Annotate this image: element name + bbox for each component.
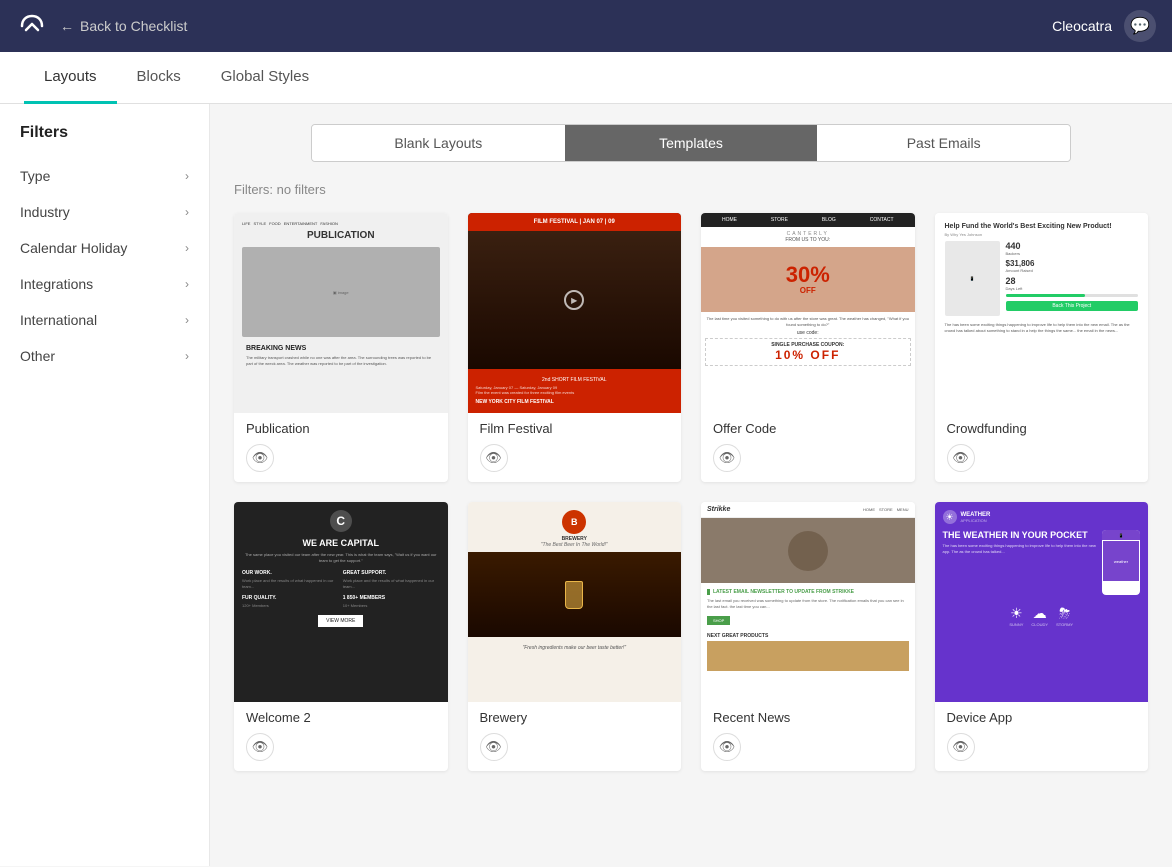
preview-eye-crowd[interactable]: 👁 bbox=[947, 444, 975, 472]
preview-bar-film: 👁 bbox=[468, 440, 682, 482]
filter-type[interactable]: Type › bbox=[0, 158, 209, 194]
filter-type-label: Type bbox=[20, 168, 50, 184]
template-grid: LIFESTYLEFOODENTERTAINMENTFASHION PUBLIC… bbox=[234, 213, 1148, 771]
template-thumb-news: Strikke HOME STORE MENU LATEST EMAIL NEW… bbox=[701, 502, 915, 702]
tab-global-styles[interactable]: Global Styles bbox=[201, 52, 329, 104]
preview-eye-welcome2[interactable]: 👁 bbox=[246, 733, 274, 761]
eye-icon: 👁 bbox=[252, 450, 269, 466]
template-card-crowdfunding[interactable]: Help Fund the World's Best Exciting New … bbox=[935, 213, 1149, 482]
filter-calendar-label: Calendar Holiday bbox=[20, 240, 127, 256]
template-thumb-device: ☀ WEATHER APPLICATION THE WEATHER IN YOU… bbox=[935, 502, 1149, 702]
layout-toggle: Blank Layouts Templates Past Emails bbox=[311, 124, 1071, 162]
template-label-film: Film Festival bbox=[468, 413, 682, 440]
template-label-device: Device App bbox=[935, 702, 1149, 729]
preview-eye-film[interactable]: 👁 bbox=[480, 444, 508, 472]
chat-icon: 💬 bbox=[1130, 16, 1150, 36]
main-content: Blank Layouts Templates Past Emails Filt… bbox=[210, 104, 1172, 866]
template-card-recent-news[interactable]: Strikke HOME STORE MENU LATEST EMAIL NEW… bbox=[701, 502, 915, 771]
blank-layouts-btn[interactable]: Blank Layouts bbox=[312, 125, 565, 161]
filter-calendar-holiday[interactable]: Calendar Holiday › bbox=[0, 230, 209, 266]
template-label-crowd: Crowdfunding bbox=[935, 413, 1149, 440]
filter-industry[interactable]: Industry › bbox=[0, 194, 209, 230]
sidebar: Filters Type › Industry › Calendar Holid… bbox=[0, 104, 210, 866]
eye-icon: 👁 bbox=[485, 739, 502, 755]
preview-bar-brewery: 👁 bbox=[468, 729, 682, 771]
template-thumb-film: FILM FESTIVAL | JAN 07 | 09 2nd SHORT FI… bbox=[468, 213, 682, 413]
template-card-offer-code[interactable]: HOMESTOREBLOGCONTACT CANTERLY FROM US TO… bbox=[701, 213, 915, 482]
template-card-publication[interactable]: LIFESTYLEFOODENTERTAINMENTFASHION PUBLIC… bbox=[234, 213, 448, 482]
preview-bar-news: 👁 bbox=[701, 729, 915, 771]
template-label-brewery: Brewery bbox=[468, 702, 682, 729]
filter-industry-label: Industry bbox=[20, 204, 70, 220]
template-label-welcome2: Welcome 2 bbox=[234, 702, 448, 729]
chevron-right-icon: › bbox=[185, 313, 189, 327]
eye-icon: 👁 bbox=[719, 450, 736, 466]
preview-bar-device: 👁 bbox=[935, 729, 1149, 771]
active-filters-label: Filters: no filters bbox=[234, 182, 1148, 197]
back-arrow-icon: ← bbox=[60, 18, 74, 34]
template-label-news: Recent News bbox=[701, 702, 915, 729]
nav-left: ← Back to Checklist bbox=[16, 10, 187, 42]
template-thumb-offer: HOMESTOREBLOGCONTACT CANTERLY FROM US TO… bbox=[701, 213, 915, 413]
filter-integrations[interactable]: Integrations › bbox=[0, 266, 209, 302]
nav-right: Cleocatra 💬 bbox=[1052, 10, 1156, 42]
preview-bar-crowd: 👁 bbox=[935, 440, 1149, 482]
chevron-right-icon: › bbox=[185, 277, 189, 291]
tab-layouts[interactable]: Layouts bbox=[24, 52, 117, 104]
tab-blocks[interactable]: Blocks bbox=[117, 52, 201, 104]
filter-other[interactable]: Other › bbox=[0, 338, 209, 374]
preview-eye-offer[interactable]: 👁 bbox=[713, 444, 741, 472]
template-thumb-crowd: Help Fund the World's Best Exciting New … bbox=[935, 213, 1149, 413]
filter-international[interactable]: International › bbox=[0, 302, 209, 338]
back-to-checklist[interactable]: ← Back to Checklist bbox=[60, 18, 187, 34]
chevron-right-icon: › bbox=[185, 241, 189, 255]
chevron-right-icon: › bbox=[185, 349, 189, 363]
template-thumb-welcome2: C WE ARE CAPITAL The same place you visi… bbox=[234, 502, 448, 702]
preview-eye-brewery[interactable]: 👁 bbox=[480, 733, 508, 761]
tab-bar: Layouts Blocks Global Styles bbox=[0, 52, 1172, 104]
content-area: Filters Type › Industry › Calendar Holid… bbox=[0, 104, 1172, 866]
template-card-welcome2[interactable]: C WE ARE CAPITAL The same place you visi… bbox=[234, 502, 448, 771]
preview-bar-offer: 👁 bbox=[701, 440, 915, 482]
app-logo bbox=[16, 10, 48, 42]
template-thumb-publication: LIFESTYLEFOODENTERTAINMENTFASHION PUBLIC… bbox=[234, 213, 448, 413]
filter-integrations-label: Integrations bbox=[20, 276, 93, 292]
eye-icon: 👁 bbox=[952, 739, 969, 755]
chat-button[interactable]: 💬 bbox=[1124, 10, 1156, 42]
past-emails-btn[interactable]: Past Emails bbox=[817, 125, 1070, 161]
eye-icon: 👁 bbox=[719, 739, 736, 755]
eye-icon: 👁 bbox=[485, 450, 502, 466]
top-nav: ← Back to Checklist Cleocatra 💬 bbox=[0, 0, 1172, 52]
filter-other-label: Other bbox=[20, 348, 55, 364]
preview-eye-device[interactable]: 👁 bbox=[947, 733, 975, 761]
template-card-film-festival[interactable]: FILM FESTIVAL | JAN 07 | 09 2nd SHORT FI… bbox=[468, 213, 682, 482]
eye-icon: 👁 bbox=[952, 450, 969, 466]
preview-eye-news[interactable]: 👁 bbox=[713, 733, 741, 761]
template-label-publication: Publication bbox=[234, 413, 448, 440]
filter-international-label: International bbox=[20, 312, 97, 328]
filters-title: Filters bbox=[0, 124, 209, 158]
username: Cleocatra bbox=[1052, 18, 1112, 34]
template-thumb-brewery: B BREWERY "The Best Beer In The World!" … bbox=[468, 502, 682, 702]
preview-bar-welcome2: 👁 bbox=[234, 729, 448, 771]
template-label-offer: Offer Code bbox=[701, 413, 915, 440]
chevron-right-icon: › bbox=[185, 205, 189, 219]
template-card-device-app[interactable]: ☀ WEATHER APPLICATION THE WEATHER IN YOU… bbox=[935, 502, 1149, 771]
preview-bar-publication: 👁 bbox=[234, 440, 448, 482]
template-card-brewery[interactable]: B BREWERY "The Best Beer In The World!" … bbox=[468, 502, 682, 771]
preview-eye-publication[interactable]: 👁 bbox=[246, 444, 274, 472]
templates-btn[interactable]: Templates bbox=[565, 125, 818, 161]
chevron-right-icon: › bbox=[185, 169, 189, 183]
eye-icon: 👁 bbox=[252, 739, 269, 755]
back-label: Back to Checklist bbox=[80, 18, 187, 34]
